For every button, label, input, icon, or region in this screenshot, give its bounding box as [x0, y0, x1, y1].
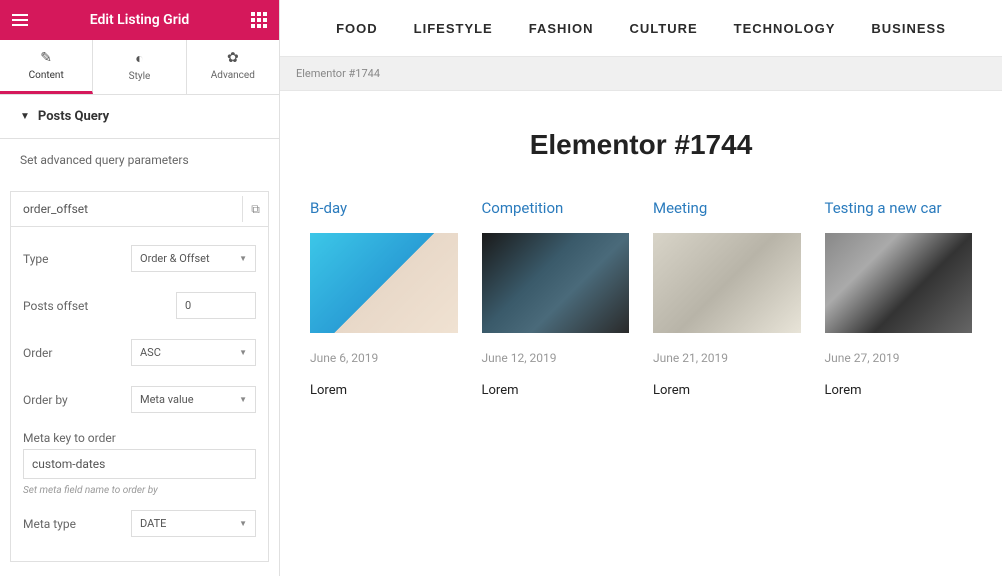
sidebar-header: Edit Listing Grid	[0, 0, 279, 40]
list-item: Testing a new car June 27, 2019 Lorem	[825, 199, 973, 398]
offset-input[interactable]	[176, 292, 256, 319]
nav-culture[interactable]: CULTURE	[630, 21, 698, 36]
page-title: Elementor #1744	[280, 91, 1002, 199]
breadcrumb: Elementor #1744	[280, 56, 1002, 91]
order-label: Order	[23, 346, 131, 360]
chevron-down-icon: ▼	[239, 519, 247, 528]
post-date: June 12, 2019	[482, 351, 630, 365]
post-title[interactable]: Testing a new car	[825, 199, 973, 217]
type-label: Type	[23, 252, 131, 266]
tab-content[interactable]: ✎Content	[0, 40, 93, 94]
query-name: order_offset	[23, 202, 88, 216]
editor-tabs: ✎Content ◐Style ✿Advanced	[0, 40, 279, 95]
pencil-icon: ✎	[0, 50, 92, 66]
nav-business[interactable]: BUSINESS	[871, 21, 945, 36]
section-description: Set advanced query parameters	[0, 139, 279, 181]
list-item: B-day June 6, 2019 Lorem	[310, 199, 458, 398]
editor-sidebar: Edit Listing Grid ✎Content ◐Style ✿Advan…	[0, 0, 280, 576]
metakey-label: Meta key to order	[23, 423, 256, 445]
post-date: June 21, 2019	[653, 351, 801, 365]
menu-icon[interactable]	[12, 14, 28, 26]
metatype-select[interactable]: DATE▼	[131, 510, 256, 537]
post-date: June 27, 2019	[825, 351, 973, 365]
post-image[interactable]	[482, 233, 630, 333]
metakey-hint: Set meta field name to order by	[23, 479, 256, 500]
post-date: June 6, 2019	[310, 351, 458, 365]
list-item: Competition June 12, 2019 Lorem	[482, 199, 630, 398]
apps-icon[interactable]	[251, 12, 267, 28]
duplicate-icon[interactable]: ⧉	[242, 196, 268, 222]
widget-title: Edit Listing Grid	[28, 12, 251, 28]
post-excerpt: Lorem	[653, 383, 801, 398]
chevron-down-icon: ▼	[239, 254, 247, 263]
post-excerpt: Lorem	[482, 383, 630, 398]
nav-food[interactable]: FOOD	[336, 21, 378, 36]
post-excerpt: Lorem	[825, 383, 973, 398]
caret-down-icon: ▼	[20, 111, 30, 122]
gear-icon: ✿	[187, 50, 279, 66]
post-title[interactable]: Meeting	[653, 199, 801, 217]
post-image[interactable]	[310, 233, 458, 333]
metakey-input[interactable]	[23, 449, 256, 479]
post-image[interactable]	[825, 233, 973, 333]
post-title[interactable]: Competition	[482, 199, 630, 217]
site-nav: FOOD LIFESTYLE FASHION CULTURE TECHNOLOG…	[280, 0, 1002, 56]
order-select[interactable]: ASC▼	[131, 339, 256, 366]
preview-pane: FOOD LIFESTYLE FASHION CULTURE TECHNOLOG…	[280, 0, 1002, 576]
chevron-down-icon: ▼	[239, 348, 247, 357]
type-select[interactable]: Order & Offset▼	[131, 245, 256, 272]
nav-technology[interactable]: TECHNOLOGY	[734, 21, 836, 36]
post-title[interactable]: B-day	[310, 199, 458, 217]
orderby-label: Order by	[23, 393, 131, 407]
metatype-label: Meta type	[23, 517, 131, 531]
listing-grid: B-day June 6, 2019 Lorem Competition Jun…	[280, 199, 1002, 398]
tab-advanced[interactable]: ✿Advanced	[187, 40, 279, 94]
chevron-down-icon: ▼	[239, 395, 247, 404]
post-excerpt: Lorem	[310, 383, 458, 398]
offset-label: Posts offset	[23, 299, 176, 313]
orderby-select[interactable]: Meta value▼	[131, 386, 256, 413]
tab-style[interactable]: ◐Style	[93, 40, 186, 94]
query-panel: order_offset ⧉ Type Order & Offset▼ Post…	[10, 191, 269, 562]
list-item: Meeting June 21, 2019 Lorem	[653, 199, 801, 398]
panel-header: order_offset ⧉	[11, 192, 268, 227]
section-toggle[interactable]: ▼ Posts Query	[0, 95, 279, 139]
post-image[interactable]	[653, 233, 801, 333]
nav-lifestyle[interactable]: LIFESTYLE	[414, 21, 493, 36]
nav-fashion[interactable]: FASHION	[529, 21, 594, 36]
contrast-icon: ◐	[93, 50, 185, 67]
